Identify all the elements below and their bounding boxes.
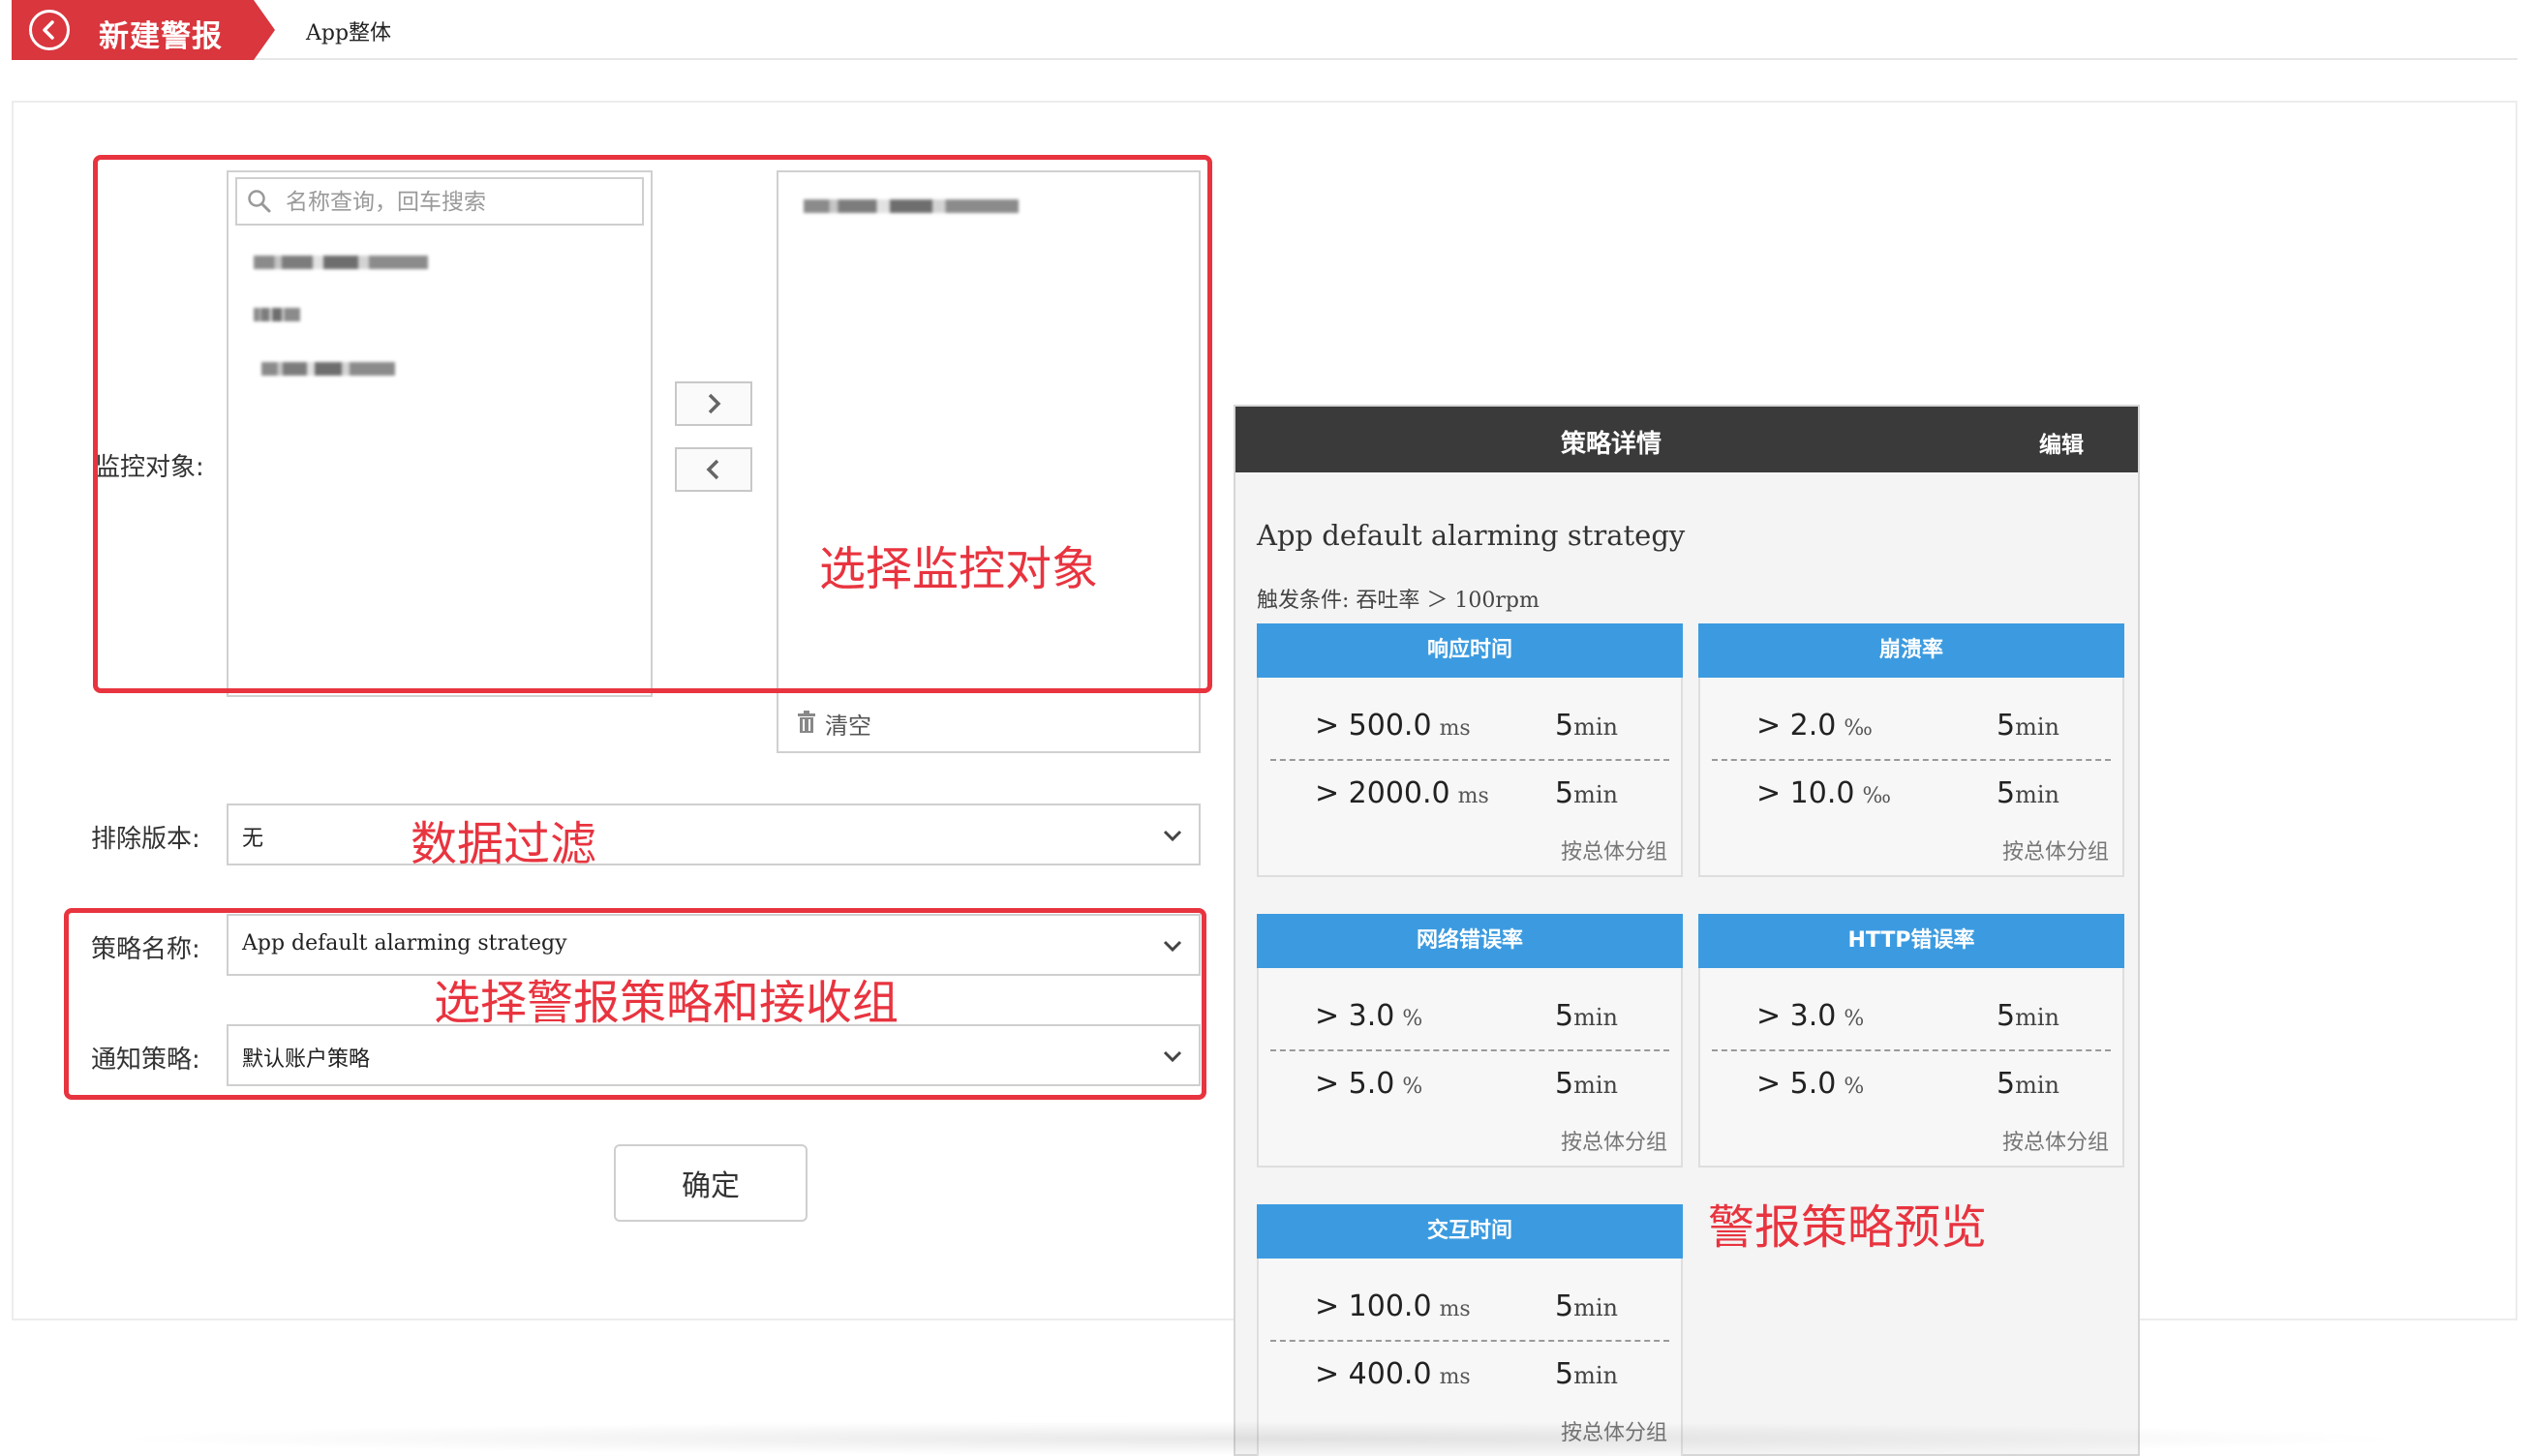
strategy-name: App default alarming strategy [1257,519,1686,552]
duration: 5min [1555,999,1618,1033]
strategy-detail-header: 策略详情 编辑 [1235,407,2138,472]
exclude-version-select[interactable]: 无 [227,804,1201,865]
threshold-row: > 3.0% 5min [1259,978,1681,1046]
threshold: > 5.0% [1756,1067,1865,1101]
threshold: > 3.0% [1315,999,1423,1033]
metric-card-response-time: 响应时间 > 500.0 ms 5min > 2000.0 ms 5min 按总体分… [1257,623,1683,877]
group-by-label: 按总体分组 [2001,1131,2109,1155]
duration: 5min [1555,709,1618,743]
duration: 5min [1555,1289,1618,1323]
clear-button[interactable]: 清空 [777,689,1201,753]
duration: 5min [1555,776,1618,810]
card-title: 崩溃率 [1698,623,2124,678]
bottom-shadow [97,1421,2421,1456]
annotation-select-target: 选择监控对象 [819,542,1099,596]
threshold: > 10.0 ‰ [1756,776,1892,810]
card-title: 网络错误率 [1257,914,1683,968]
card-title: HTTP错误率 [1698,914,2124,968]
threshold-row: > 3.0% 5min [1700,978,2122,1046]
back-button[interactable]: 新建警报 [12,0,275,60]
annotation-preview: 警报策略预览 [1708,1200,1988,1255]
threshold-row: > 100.0 ms 5min [1259,1268,1681,1336]
back-arrow-icon [29,10,70,50]
threshold-row: > 5.0% 5min [1700,1046,2122,1113]
confirm-button[interactable]: 确定 [614,1144,808,1222]
threshold-row: > 500.0 ms 5min [1259,687,1681,755]
group-by-label: 按总体分组 [1560,1131,1667,1155]
breadcrumb: App整体 [306,21,392,46]
clear-label: 清空 [825,713,871,740]
threshold: > 100.0 ms [1315,1289,1471,1323]
annotation-data-filter: 数据过滤 [411,817,597,871]
duration: 5min [1555,1067,1618,1101]
chevron-down-icon [1163,830,1182,842]
threshold: > 5.0% [1315,1067,1423,1101]
threshold: > 500.0 ms [1315,709,1471,743]
threshold: > 400.0 ms [1315,1357,1471,1391]
trash-icon [798,711,815,733]
top-bar: 新建警报 App整体 [12,0,2517,60]
exclude-label: 排除版本: [91,825,200,854]
duration: 5min [1997,1067,2059,1101]
annotation-box-targets [93,155,1212,693]
duration: 5min [1997,709,2059,743]
edit-link[interactable]: 编辑 [2039,426,2084,459]
metric-card-http-error: HTTP错误率 > 3.0% 5min > 5.0% 5min 按总体分组 [1698,914,2124,1168]
strategy-detail-panel: 策略详情 编辑 App default alarming strategy 触发… [1234,405,2140,1456]
page-title: 新建警报 [99,19,223,54]
threshold-row: > 400.0 ms 5min [1259,1336,1681,1404]
group-by-label: 按总体分组 [2001,840,2109,864]
threshold-row: > 10.0 ‰ 5min [1700,755,2122,823]
metric-card-interaction-time: 交互时间 > 100.0ms 5min > 400.0ms 5min 按总体分组 [1257,1204,1683,1456]
duration: 5min [1997,776,2059,810]
threshold: > 2000.0 ms [1315,776,1489,810]
duration: 5min [1555,1357,1618,1391]
card-title: 交互时间 [1257,1204,1683,1259]
metric-card-crash-rate: 崩溃率 > 2.0 ‰ 5min > 10.0 ‰ 5min 按总体分组 [1698,623,2124,877]
annotation-select-strategy: 选择警报策略和接收组 [434,976,900,1030]
group-by-label: 按总体分组 [1560,840,1667,864]
threshold-row: > 5.0% 5min [1259,1046,1681,1113]
exclude-value: 无 [242,827,264,851]
strategy-detail-title: 策略详情 [1560,430,1662,459]
threshold-row: > 2000.0 ms 5min [1259,755,1681,823]
threshold: > 2.0 ‰ [1756,709,1873,743]
threshold: > 3.0% [1756,999,1865,1033]
threshold-row: > 2.0 ‰ 5min [1700,687,2122,755]
duration: 5min [1997,999,2059,1033]
metric-card-network-error: 网络错误率 > 3.0% 5min > 5.0% 5min 按总体分组 [1257,914,1683,1168]
trigger-condition: 触发条件: 吞吐率 ＞ 100rpm [1257,589,1540,613]
card-title: 响应时间 [1257,623,1683,678]
